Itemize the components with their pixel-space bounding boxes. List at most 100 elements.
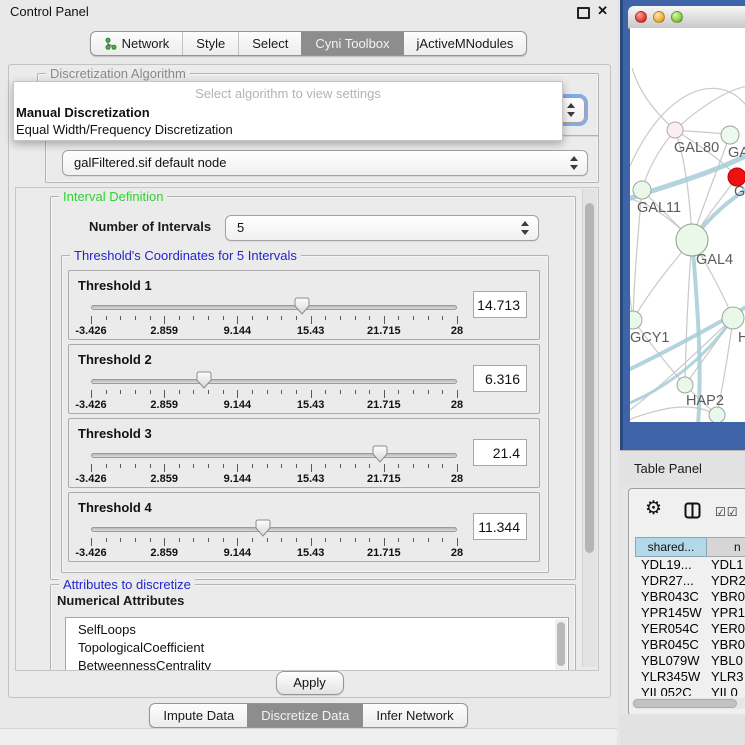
- slider-ticks: [91, 390, 457, 399]
- network-node-label[interactable]: GCY1: [630, 330, 670, 346]
- network-node-label[interactable]: G: [734, 184, 745, 200]
- tab-label: Network: [122, 32, 170, 55]
- table-row[interactable]: YIL052C YIL0: [635, 685, 745, 696]
- cell-name: YLR3: [707, 669, 744, 685]
- group-title: Discretization Algorithm: [46, 66, 190, 81]
- numerical-attributes-list[interactable]: SelfLoops TopologicalCoefficient Between…: [65, 617, 569, 671]
- slider-track[interactable]: [91, 379, 457, 384]
- network-node-label[interactable]: GA: [728, 145, 745, 161]
- dropdown-option[interactable]: Manual Discretization: [16, 104, 560, 121]
- column-header-name[interactable]: n: [707, 537, 745, 557]
- tab[interactable]: Impute Data: [150, 704, 247, 727]
- combo-stepper-icon: [567, 103, 575, 117]
- list-scrollbar[interactable]: [555, 619, 567, 671]
- tab-label: Style: [196, 32, 225, 55]
- network-node[interactable]: [709, 407, 725, 422]
- float-window-icon[interactable]: [577, 7, 590, 19]
- threshold-slider[interactable]: -3.4262.8599.14415.4321.71528: [91, 271, 457, 339]
- network-node[interactable]: [677, 377, 693, 393]
- network-tree-icon: [104, 37, 117, 50]
- threshold-value-field[interactable]: 21.4: [473, 439, 527, 466]
- settings-vertical-scrollbar[interactable]: [582, 189, 597, 667]
- table-row[interactable]: YDR27... YDR2: [635, 573, 745, 589]
- tab[interactable]: jActiveMNodules: [403, 32, 527, 55]
- checkbox-filter-icons[interactable]: ☑☑: [715, 505, 739, 519]
- slider-tick-labels: -3.4262.8599.14415.4321.71528: [91, 399, 457, 411]
- apply-button[interactable]: Apply: [276, 671, 344, 695]
- threshold-value-field[interactable]: 14.713: [473, 291, 527, 318]
- table-row[interactable]: YER054C YER0: [635, 621, 745, 637]
- network-node[interactable]: [722, 307, 744, 329]
- minimize-traffic-light-icon[interactable]: [653, 11, 665, 23]
- zoom-traffic-light-icon[interactable]: [671, 11, 683, 23]
- attribute-list-item[interactable]: BetweennessCentrality: [66, 657, 568, 671]
- table-row[interactable]: YDL19... YDL1: [635, 557, 745, 573]
- slider-thumb-icon[interactable]: [255, 519, 271, 537]
- network-node-label[interactable]: H: [738, 330, 745, 346]
- threshold-slider[interactable]: -3.4262.8599.14415.4321.71528: [91, 493, 457, 561]
- settings-scrollpane: Interval Definition Number of Intervals …: [15, 187, 599, 671]
- table-row[interactable]: YLR345W YLR3: [635, 669, 745, 685]
- slider-track[interactable]: [91, 453, 457, 458]
- network-node-label[interactable]: GAL80: [674, 140, 719, 156]
- network-node[interactable]: [667, 122, 683, 138]
- gear-icon[interactable]: ⚙: [645, 497, 662, 520]
- slider-thumb-icon[interactable]: [294, 297, 310, 315]
- column-header-shared[interactable]: shared...: [635, 537, 707, 557]
- columns-icon[interactable]: [684, 502, 701, 524]
- network-canvas[interactable]: GAL80 GA G GAL11 GAL4 GCY1 H HAP2: [630, 28, 745, 422]
- close-traffic-light-icon[interactable]: [635, 11, 647, 23]
- list-scrollbar-thumb[interactable]: [557, 622, 565, 666]
- table-data-combobox[interactable]: galFiltered.sif default node: [62, 150, 588, 176]
- tab[interactable]: Infer Network: [362, 704, 466, 727]
- attribute-list-item[interactable]: SelfLoops: [66, 621, 568, 639]
- slider-thumb-icon[interactable]: [196, 371, 212, 389]
- attribute-list-item[interactable]: TopologicalCoefficient: [66, 639, 568, 657]
- cell-shared-name: YDR27...: [635, 573, 707, 589]
- cell-name: YBR0: [707, 589, 745, 605]
- table-row[interactable]: YBL079W YBL0: [635, 653, 745, 669]
- threshold-slider[interactable]: -3.4262.8599.14415.4321.71528: [91, 419, 457, 487]
- close-icon[interactable]: ✕: [597, 3, 608, 19]
- table-horizontal-scrollbar[interactable]: [632, 698, 745, 709]
- tab[interactable]: Style: [182, 32, 238, 55]
- table-row[interactable]: YPR145W YPR1: [635, 605, 745, 621]
- scrollbar-thumb[interactable]: [585, 203, 594, 553]
- threshold-value-field[interactable]: 6.316: [473, 365, 527, 392]
- threshold-value-field[interactable]: 11.344: [473, 513, 527, 540]
- network-node[interactable]: [721, 126, 739, 144]
- table-row[interactable]: YBR043C YBR0: [635, 589, 745, 605]
- tab-label: jActiveMNodules: [417, 32, 514, 55]
- tab-label: Discretize Data: [261, 704, 349, 727]
- threshold-list: Threshold 1: [68, 270, 540, 566]
- tab[interactable]: Discretize Data: [247, 704, 362, 727]
- network-node[interactable]: [630, 311, 642, 329]
- slider-ticks: [91, 538, 457, 547]
- network-node-label[interactable]: GAL4: [696, 252, 733, 268]
- dropdown-option[interactable]: Equal Width/Frequency Discretization: [16, 121, 560, 138]
- slider-track[interactable]: [91, 305, 457, 310]
- network-node[interactable]: [633, 181, 651, 199]
- num-intervals-combobox[interactable]: 5: [225, 215, 539, 241]
- slider-track[interactable]: [91, 527, 457, 532]
- cell-shared-name: YLR345W: [635, 669, 707, 685]
- table-row[interactable]: YBR045C YBR0: [635, 637, 745, 653]
- network-node-label[interactable]: HAP2: [686, 393, 724, 409]
- table-data-group: Table Data galFiltered.sif default node: [45, 135, 599, 183]
- network-window-titlebar[interactable]: [628, 6, 745, 29]
- tab-label: Infer Network: [376, 704, 453, 727]
- cell-name: YIL0: [707, 685, 738, 696]
- tab-label: Select: [252, 32, 288, 55]
- tab[interactable]: Cyni Toolbox: [301, 32, 402, 55]
- control-panel: Control Panel ✕: [0, 0, 617, 745]
- network-node-label[interactable]: GAL11: [637, 200, 681, 216]
- table-panel-header: Table Panel: [620, 450, 745, 487]
- threshold-slider[interactable]: -3.4262.8599.14415.4321.71528: [91, 345, 457, 413]
- cell-shared-name: YBR045C: [635, 637, 707, 653]
- numerical-attributes-label: Numerical Attributes: [57, 593, 184, 608]
- scrollbar-thumb[interactable]: [633, 699, 737, 708]
- combo-stepper-icon: [521, 221, 529, 235]
- slider-thumb-icon[interactable]: [372, 445, 388, 463]
- tab[interactable]: Select: [238, 32, 301, 55]
- tab[interactable]: Network: [91, 32, 183, 55]
